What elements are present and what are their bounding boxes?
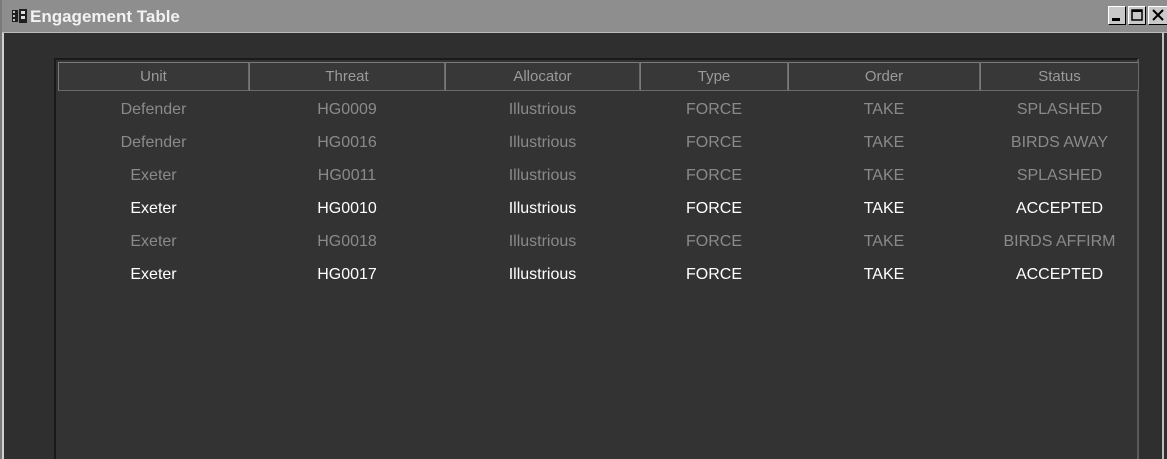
cell-unit: Exeter xyxy=(130,232,177,250)
cell-status: BIRDS AWAY xyxy=(1010,133,1109,151)
cell-unit: Exeter xyxy=(130,166,177,184)
window-left-border xyxy=(2,33,4,459)
cell-threat: HG0018 xyxy=(317,232,377,250)
close-button[interactable] xyxy=(1148,6,1167,25)
cell-allocator: Illustrious xyxy=(508,199,577,217)
cell-order: TAKE xyxy=(863,166,905,184)
cell-threat: HG0016 xyxy=(317,133,377,151)
title-bar[interactable]: Engagement Table xyxy=(2,0,1167,33)
cell-type: FORCE xyxy=(686,133,742,151)
table-row[interactable]: Exeter HG0010 Illustrious FORCE TAKE ACC… xyxy=(58,192,1139,225)
cell-allocator: Illustrious xyxy=(508,133,577,151)
cell-unit: Exeter xyxy=(130,199,177,217)
cell-type: FORCE xyxy=(686,265,742,283)
cell-status: ACCEPTED xyxy=(1015,265,1104,283)
cell-allocator: Illustrious xyxy=(508,100,577,118)
minimize-button[interactable] xyxy=(1108,6,1126,25)
engagement-table: Unit Threat Allocator Type Order Status … xyxy=(54,58,1139,459)
cell-unit: Exeter xyxy=(130,265,177,283)
window-title: Engagement Table xyxy=(30,7,180,26)
cell-allocator: Illustrious xyxy=(508,166,577,184)
column-header-threat[interactable]: Threat xyxy=(249,62,445,91)
column-header-order[interactable]: Order xyxy=(788,62,980,91)
cell-threat: HG0011 xyxy=(317,166,377,184)
cell-unit: Defender xyxy=(120,133,187,151)
engagement-table-window: Engagement Table Unit Threat Allocator T… xyxy=(0,0,1167,459)
maximize-icon xyxy=(1131,9,1143,21)
cell-order: TAKE xyxy=(863,133,905,151)
table-row[interactable]: Defender HG0016 Illustrious FORCE TAKE B… xyxy=(58,126,1139,159)
cell-status: ACCEPTED xyxy=(1015,199,1104,217)
cell-order: TAKE xyxy=(863,265,905,283)
maximize-button[interactable] xyxy=(1128,6,1146,25)
cell-type: FORCE xyxy=(686,166,742,184)
table-row[interactable]: Exeter HG0018 Illustrious FORCE TAKE BIR… xyxy=(58,225,1139,258)
cell-threat: HG0009 xyxy=(317,100,377,118)
table-header: Unit Threat Allocator Type Order Status xyxy=(58,62,1139,91)
column-header-status[interactable]: Status xyxy=(980,62,1139,91)
cell-status: BIRDS AFFIRM xyxy=(1003,232,1116,250)
cell-type: FORCE xyxy=(686,199,742,217)
table-row[interactable]: Exeter HG0017 Illustrious FORCE TAKE ACC… xyxy=(58,258,1139,291)
column-header-unit[interactable]: Unit xyxy=(58,62,249,91)
cell-status: SPLASHED xyxy=(1016,166,1103,184)
table-row[interactable]: Exeter HG0011 Illustrious FORCE TAKE SPL… xyxy=(58,159,1139,192)
cell-unit: Defender xyxy=(120,100,187,118)
column-header-allocator[interactable]: Allocator xyxy=(445,62,640,91)
cell-allocator: Illustrious xyxy=(508,265,577,283)
column-header-type[interactable]: Type xyxy=(640,62,788,91)
cell-order: TAKE xyxy=(863,100,905,118)
table-row[interactable]: Defender HG0009 Illustrious FORCE TAKE S… xyxy=(58,93,1139,126)
minimize-icon xyxy=(1112,18,1120,21)
table-body: Defender HG0009 Illustrious FORCE TAKE S… xyxy=(58,93,1139,291)
cell-type: FORCE xyxy=(686,232,742,250)
window-right-border xyxy=(1162,33,1164,459)
cell-type: FORCE xyxy=(686,100,742,118)
cell-status: SPLASHED xyxy=(1016,100,1103,118)
cell-threat: HG0017 xyxy=(317,265,377,283)
cell-order: TAKE xyxy=(863,232,905,250)
cell-order: TAKE xyxy=(863,199,905,217)
close-icon xyxy=(1152,9,1164,21)
table-icon xyxy=(12,8,28,24)
cell-threat: HG0010 xyxy=(317,199,377,217)
cell-allocator: Illustrious xyxy=(508,232,577,250)
